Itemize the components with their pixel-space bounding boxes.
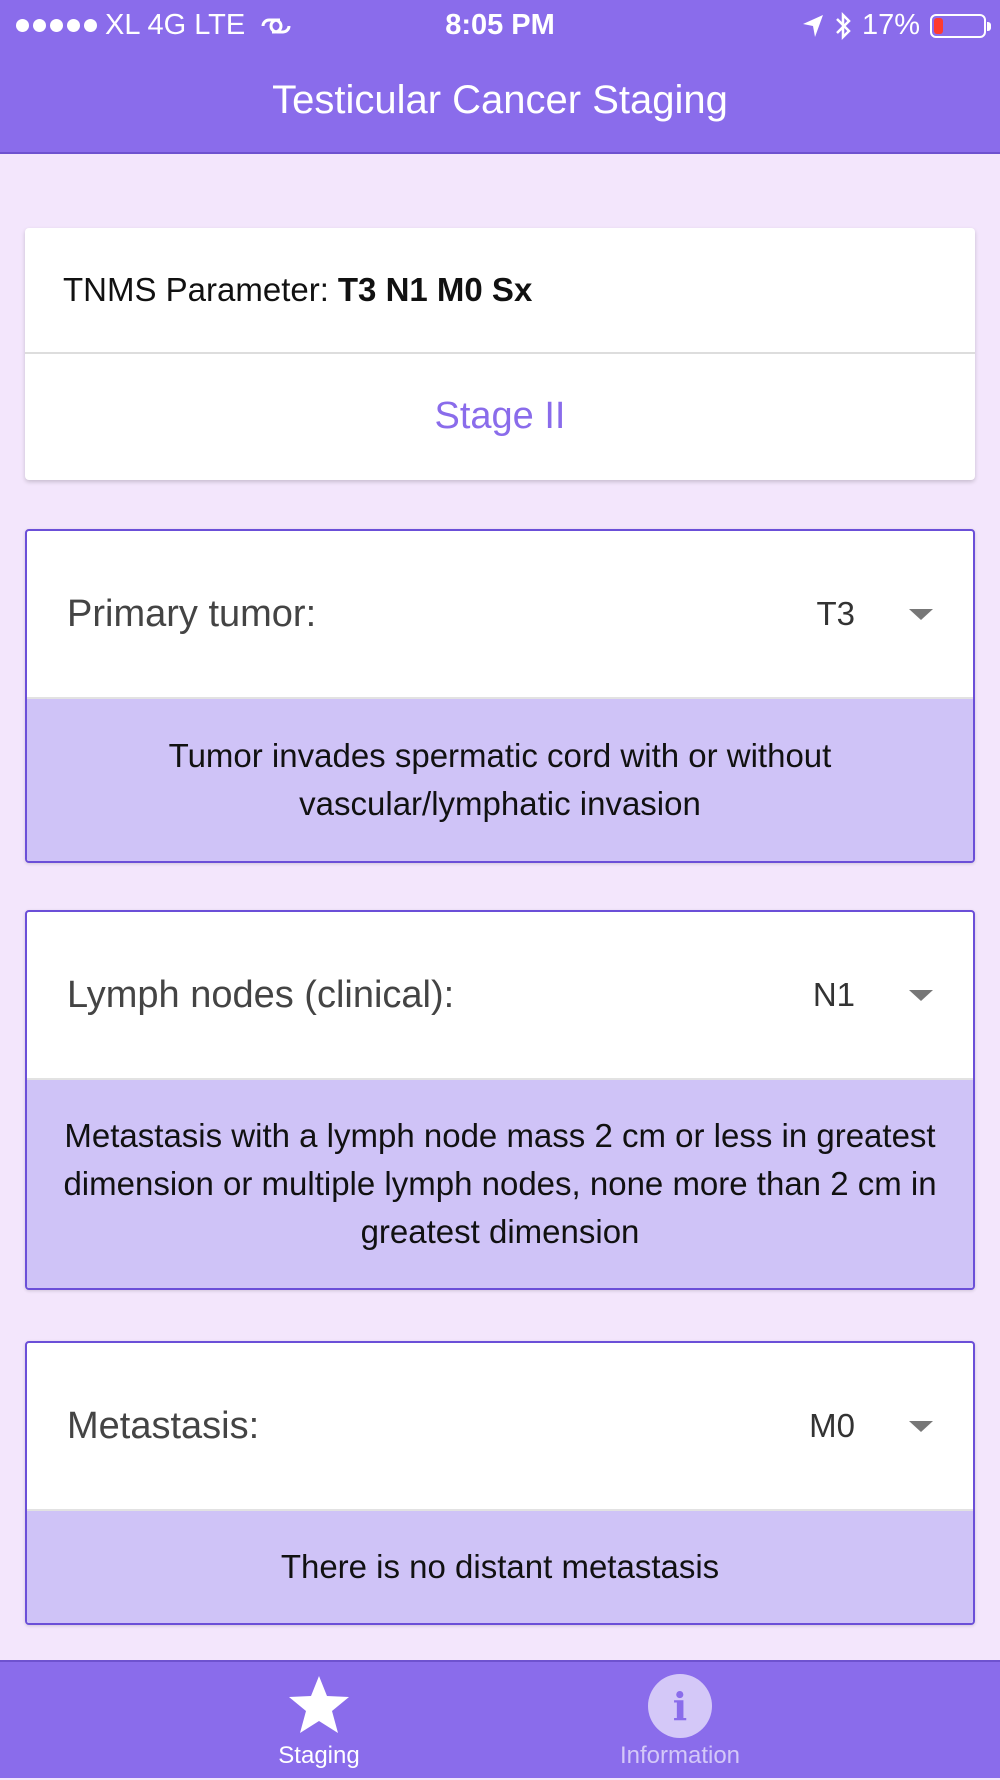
battery-icon <box>930 13 991 38</box>
tab-information[interactable]: i Information <box>570 1662 790 1780</box>
metastasis-description: There is no distant metastasis <box>27 1511 973 1623</box>
lymph-nodes-select[interactable]: Lymph nodes (clinical): N1 <box>27 912 973 1080</box>
tab-information-label: Information <box>619 1742 741 1769</box>
lymph-nodes-value[interactable]: N1 <box>813 976 855 1014</box>
status-bar: XL 4G LTE 8:05 PM 17% <box>0 0 1000 50</box>
battery-level <box>934 17 943 34</box>
chevron-down-icon[interactable] <box>909 608 933 620</box>
star-icon <box>289 1676 349 1733</box>
chevron-down-icon[interactable] <box>909 1420 933 1432</box>
lymph-nodes-card: Lymph nodes (clinical): N1 Metastasis wi… <box>25 910 975 1290</box>
page-title: Testicular Cancer Staging <box>272 78 728 122</box>
tab-staging-label: Staging <box>278 1742 360 1769</box>
chevron-down-icon[interactable] <box>909 989 933 1001</box>
metastasis-value[interactable]: M0 <box>809 1407 855 1445</box>
tnms-summary-card: TNMS Parameter: T3 N1 M0 Sx Stage II <box>25 228 975 480</box>
bottom-tab-bar: Staging i Information <box>0 1660 1000 1778</box>
tnms-parameter-row: TNMS Parameter: T3 N1 M0 Sx <box>25 228 975 354</box>
primary-tumor-description: Tumor invades spermatic cord with or wit… <box>27 699 973 861</box>
metastasis-card: Metastasis: M0 There is no distant metas… <box>25 1341 975 1625</box>
location-arrow-icon <box>802 14 823 37</box>
lymph-nodes-label: Lymph nodes (clinical): <box>67 973 455 1016</box>
primary-tumor-value[interactable]: T3 <box>816 595 855 633</box>
info-icon: i <box>648 1674 712 1738</box>
metastasis-label: Metastasis: <box>67 1404 260 1447</box>
battery-percent: 17% <box>861 9 920 41</box>
metastasis-select[interactable]: Metastasis: M0 <box>27 1343 973 1511</box>
stage-result: Stage II <box>434 394 566 437</box>
tnms-parameter-value: T3 N1 M0 Sx <box>337 271 533 308</box>
lymph-nodes-description: Metastasis with a lymph node mass 2 cm o… <box>27 1080 973 1288</box>
primary-tumor-card: Primary tumor: T3 Tumor invades spermati… <box>25 529 975 863</box>
primary-tumor-select[interactable]: Primary tumor: T3 <box>27 531 973 699</box>
top-bar: XL 4G LTE 8:05 PM 17% Testicular Cancer … <box>0 0 1000 154</box>
tab-staging[interactable]: Staging <box>209 1662 429 1780</box>
bluetooth-icon <box>836 11 851 40</box>
primary-tumor-label: Primary tumor: <box>67 592 317 635</box>
tnms-parameter-label: TNMS Parameter: <box>63 271 329 308</box>
